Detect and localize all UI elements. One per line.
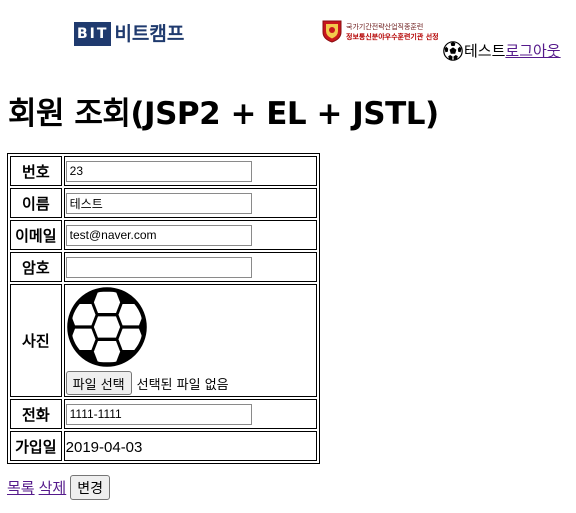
tel-label: 전화 bbox=[10, 399, 62, 429]
row-created: 가입일 2019-04-03 bbox=[10, 431, 317, 461]
row-password: 암호 bbox=[10, 252, 317, 282]
row-name: 이름 bbox=[10, 188, 317, 218]
list-link[interactable]: 목록 bbox=[7, 477, 35, 498]
tel-field[interactable] bbox=[65, 403, 252, 425]
certification-banner: 국가기간전략산업직종훈련 정보통신분야우수훈련기관 선정 bbox=[322, 20, 444, 44]
name-field[interactable] bbox=[65, 192, 252, 214]
change-button[interactable]: 변경 bbox=[70, 475, 110, 500]
member-detail-table: 번호 이름 이메일 암호 사진 bbox=[7, 153, 320, 464]
bit-logo-box: BIT bbox=[74, 22, 112, 46]
email-field[interactable] bbox=[65, 224, 252, 246]
file-upload: 파일 선택 선택된 파일 없음 bbox=[65, 371, 315, 395]
join-date-value: 2019-04-03 bbox=[65, 438, 143, 456]
shield-emblem-icon bbox=[322, 20, 342, 43]
header: BIT 비트캠프 국가기간전략산업직종훈련 정보통신분야우수훈련기관 선정 테스… bbox=[0, 0, 576, 70]
photo-label: 사진 bbox=[10, 284, 62, 397]
page-title: 회원 조회(JSP2 + EL + JSTL) bbox=[8, 96, 439, 132]
row-email: 이메일 bbox=[10, 220, 317, 250]
user-avatar-soccer-ball-icon bbox=[443, 40, 463, 61]
row-no: 번호 bbox=[10, 156, 317, 186]
user-area: 테스트 로그아웃 bbox=[443, 40, 561, 61]
row-tel: 전화 bbox=[10, 399, 317, 429]
delete-link[interactable]: 삭제 bbox=[39, 477, 67, 498]
cert-line-2: 정보통신분야우수훈련기관 선정 bbox=[346, 33, 439, 41]
created-label: 가입일 bbox=[10, 431, 62, 461]
bitcamp-logo[interactable]: BIT 비트캠프 bbox=[74, 20, 184, 48]
cert-line-1: 국가기간전략산업직종훈련 bbox=[346, 23, 424, 31]
row-photo: 사진 파일 선택 선택된 파일 없음 bbox=[10, 284, 317, 397]
name-label: 이름 bbox=[10, 188, 62, 218]
password-label: 암호 bbox=[10, 252, 62, 282]
logout-link[interactable]: 로그아웃 bbox=[505, 40, 560, 61]
password-field[interactable] bbox=[65, 256, 252, 278]
file-select-button[interactable]: 파일 선택 bbox=[65, 371, 132, 395]
file-status-text: 선택된 파일 없음 bbox=[136, 377, 229, 393]
email-label: 이메일 bbox=[10, 220, 62, 250]
bit-logo-text: 비트캠프 bbox=[114, 23, 185, 45]
soccer-ball-icon bbox=[66, 287, 147, 367]
no-field[interactable] bbox=[65, 160, 252, 182]
no-label: 번호 bbox=[10, 156, 62, 186]
action-bar: 목록 삭제 변경 bbox=[7, 475, 110, 500]
user-name: 테스트 bbox=[464, 42, 506, 60]
